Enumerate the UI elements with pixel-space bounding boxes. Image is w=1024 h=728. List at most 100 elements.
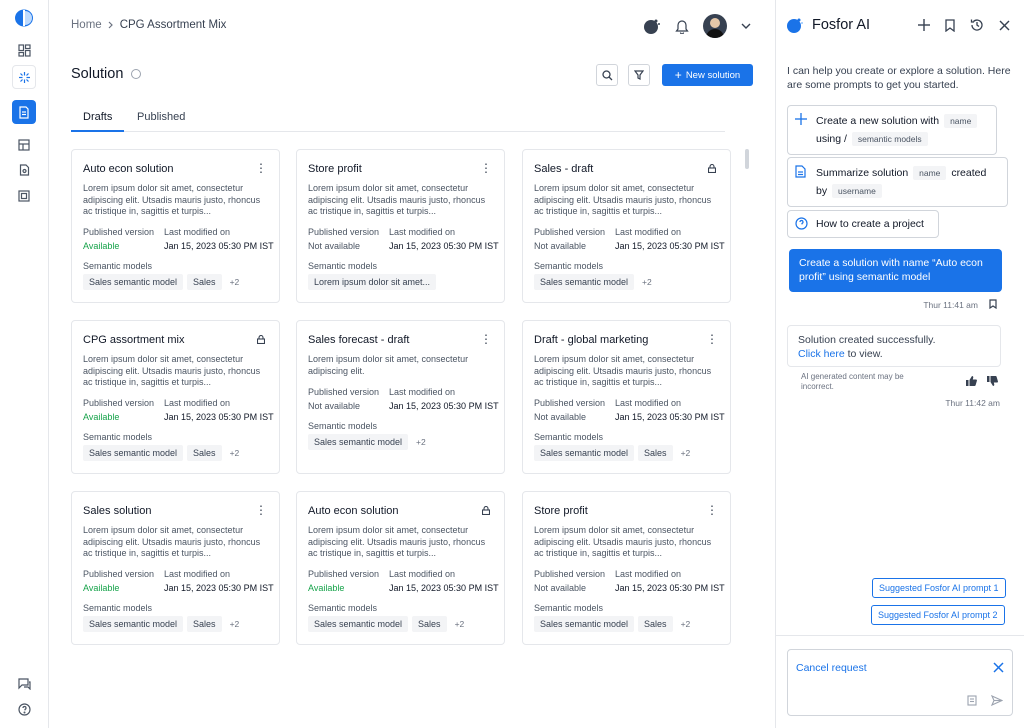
more-options-icon[interactable]: ⋮ [706,504,718,516]
solution-card[interactable]: Sales - draft Lorem ipsum dolor sit amet,… [522,149,731,303]
card-title[interactable]: Sales - draft [534,163,593,175]
semantic-model-chip[interactable]: Sales [638,616,673,632]
suggested-prompt-1[interactable]: Suggested Fosfor AI prompt 1 [872,578,1006,598]
feedback-icon[interactable] [12,672,36,696]
more-options-icon[interactable]: ⋮ [706,333,718,345]
new-solution-button[interactable]: + New solution [662,64,753,86]
lock-icon [257,335,265,344]
more-count[interactable]: +2 [638,277,656,287]
last-modified-value: Jan 15, 2023 05:30 PM IST [389,400,499,411]
semantic-model-chip[interactable]: Sales [187,274,222,290]
solution-card[interactable]: Store profit ⋮ Lorem ipsum dolor sit amet,… [522,491,731,645]
sparkle-icon[interactable] [12,65,36,89]
more-count[interactable]: +2 [226,619,244,629]
semantic-model-chip[interactable]: Sales semantic model [308,616,409,632]
prompt-tag: name [913,166,947,180]
tab-published[interactable]: Published [137,111,185,132]
card-title[interactable]: Sales forecast - draft [308,334,410,346]
more-count[interactable]: +2 [226,277,244,287]
card-title[interactable]: Sales solution [83,505,152,517]
semantic-model-chip[interactable]: Sales semantic model [83,616,184,632]
bell-icon[interactable] [675,19,689,34]
solution-card[interactable]: Auto econ solution ⋮ Lorem ipsum dolor sit… [71,149,280,303]
filter-button[interactable] [628,64,650,86]
card-description: Lorem ipsum dolor sit amet, consectetur … [308,183,486,216]
more-options-icon[interactable]: ⋮ [255,162,267,174]
prompt-create-solution[interactable]: Create a new solution with name using / … [787,105,997,155]
more-options-icon[interactable]: ⋮ [480,333,492,345]
solution-nav-icon[interactable] [12,100,36,124]
more-options-icon[interactable]: ⋮ [255,504,267,516]
frame-icon[interactable] [12,184,36,208]
semantic-model-chip[interactable]: Sales semantic model [534,445,635,461]
info-icon[interactable] [131,69,142,79]
chevron-down-icon[interactable] [741,23,751,29]
close-icon[interactable] [999,20,1010,31]
solution-card[interactable]: CPG assortment mix Lorem ipsum dolor sit … [71,320,280,474]
solution-card[interactable]: Sales forecast - draft ⋮ Lorem ipsum dolor… [296,320,505,474]
semantic-model-chip[interactable]: Sales [638,445,673,461]
close-icon[interactable] [993,662,1004,673]
prompt-summarize-solution[interactable]: Summarize solution name created by usern… [787,157,1008,207]
thumbs-down-icon[interactable] [987,376,998,386]
cancel-request-link[interactable]: Cancel request [796,662,867,674]
more-count[interactable]: +2 [412,437,430,447]
semantic-model-chip[interactable]: Sales [187,445,222,461]
table-icon[interactable] [12,133,36,157]
card-title[interactable]: CPG assortment mix [83,334,184,346]
card-title[interactable]: Store profit [308,163,362,175]
semantic-model-chip[interactable]: Sales semantic model [534,274,635,290]
app-logo-icon[interactable] [14,9,34,27]
semantic-model-chip[interactable]: Sales semantic model [83,445,184,461]
status-badge: Available [83,583,120,593]
chat-input-box[interactable]: Cancel request [787,649,1013,716]
ai-orb-icon[interactable] [643,17,661,35]
more-count[interactable]: +2 [677,619,695,629]
tab-drafts[interactable]: Drafts [71,111,125,132]
more-options-icon[interactable]: ⋮ [480,162,492,174]
more-count[interactable]: +2 [226,448,244,458]
prompt-create-project[interactable]: How to create a project [787,210,939,238]
help-icon[interactable] [12,697,36,721]
prompt-text: Create a new solution with [816,115,940,127]
reply-link[interactable]: Click here [798,348,845,360]
dashboard-icon[interactable] [12,38,36,62]
more-count[interactable]: +2 [451,619,469,629]
card-title[interactable]: Store profit [534,505,588,517]
history-icon[interactable] [970,18,984,32]
suggested-prompt-2[interactable]: Suggested Fosfor AI prompt 2 [871,605,1005,625]
last-modified-value: Jan 15, 2023 05:30 PM IST [615,412,725,422]
semantic-model-chip[interactable]: Sales semantic model [534,616,635,632]
card-title[interactable]: Auto econ solution [308,505,399,517]
card-title[interactable]: Draft - global marketing [534,334,648,346]
semantic-model-chip[interactable]: Sales semantic model [83,274,184,290]
status-badge: Available [83,412,120,422]
semantic-model-chip[interactable]: Sales [412,616,447,632]
more-count[interactable]: +2 [677,448,695,458]
semantic-model-chip[interactable]: Sales [187,616,222,632]
document-icon[interactable] [12,158,36,182]
solution-card[interactable]: Store profit ⋮ Lorem ipsum dolor sit amet,… [296,149,505,303]
avatar[interactable] [703,14,727,38]
prompt-text: using / [816,133,847,145]
breadcrumb-home[interactable]: Home [71,19,102,31]
attachment-icon[interactable] [967,695,977,706]
bookmark-icon[interactable] [989,299,997,309]
solution-card[interactable]: Sales solution ⋮ Lorem ipsum dolor sit ame… [71,491,280,645]
status-badge: Not available [534,583,587,593]
last-modified-label: Last modified on [615,569,682,579]
semantic-model-chip[interactable]: Lorem ipsum dolor sit amet... [308,274,437,290]
card-description: Lorem ipsum dolor sit amet, consectetur … [534,354,712,387]
scrollbar[interactable] [745,149,749,169]
solution-card[interactable]: Auto econ solution Lorem ipsum dolor sit … [296,491,505,645]
plus-icon[interactable] [918,19,930,31]
thumbs-up-icon[interactable] [966,376,977,386]
semantic-models-label: Semantic models [534,603,604,613]
search-button[interactable] [596,64,618,86]
bookmark-icon[interactable] [945,18,955,32]
solution-card[interactable]: Draft - global marketing ⋮ Lorem ipsum dol… [522,320,731,474]
semantic-models-label: Semantic models [534,432,604,442]
send-icon[interactable] [991,695,1003,706]
semantic-model-chip[interactable]: Sales semantic model [308,433,409,450]
card-title[interactable]: Auto econ solution [83,163,174,175]
